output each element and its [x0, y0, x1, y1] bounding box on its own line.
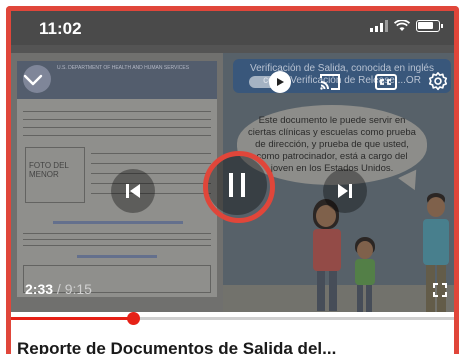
captions-button[interactable] — [373, 71, 399, 93]
time-separator: / — [53, 281, 65, 297]
current-time: 2:33 — [25, 281, 54, 297]
cast-button[interactable] — [317, 71, 343, 93]
skip-previous-icon — [126, 184, 140, 198]
collapse-button[interactable] — [19, 69, 47, 91]
status-icons — [370, 20, 443, 32]
progress-bar[interactable] — [11, 312, 454, 326]
settings-button[interactable] — [425, 69, 451, 95]
pause-button[interactable] — [207, 155, 267, 215]
time-display: 2:33 / 9:15 — [25, 281, 92, 297]
autoplay-toggle[interactable] — [249, 71, 297, 93]
cast-icon — [320, 74, 340, 90]
fullscreen-button[interactable] — [429, 281, 451, 299]
progress-scrubber[interactable] — [127, 312, 140, 325]
autoplay-play-icon — [277, 78, 284, 86]
fullscreen-icon — [433, 283, 447, 297]
wifi-icon — [394, 20, 410, 31]
closed-captions-icon — [375, 74, 397, 90]
phone-screen: 11:02 U.S. DEPARTMENT OF HEALTH AND HUMA… — [0, 0, 465, 354]
pause-icon — [229, 173, 245, 197]
signal-icon — [370, 20, 388, 32]
video-player[interactable]: U.S. DEPARTMENT OF HEALTH AND HUMAN SERV… — [11, 45, 454, 315]
video-title[interactable]: Reporte de Documentos de Salida del... — [17, 339, 336, 354]
total-time: 9:15 — [64, 281, 92, 297]
chevron-down-icon — [23, 74, 43, 86]
previous-video-button[interactable] — [111, 169, 155, 213]
next-video-button[interactable] — [323, 169, 367, 213]
video-info: Reporte de Documentos de Salida del... — [11, 326, 454, 354]
status-bar: 11:02 — [11, 11, 454, 45]
progress-fill — [11, 317, 133, 320]
gear-icon — [428, 72, 448, 91]
battery-icon — [416, 20, 443, 32]
status-time: 11:02 — [39, 19, 82, 38]
skip-next-icon — [338, 184, 352, 198]
